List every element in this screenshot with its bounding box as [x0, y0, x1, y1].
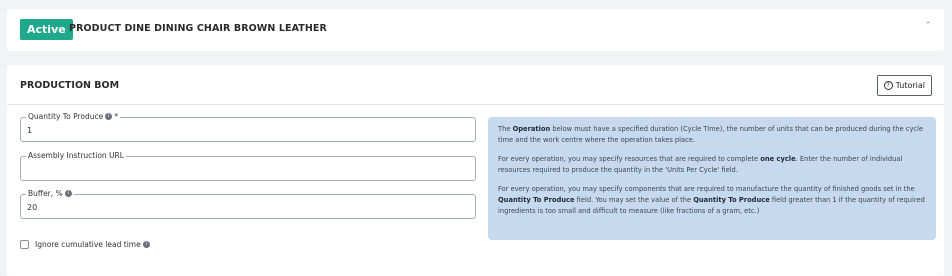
buffer-label: Buffer, % i — [26, 189, 74, 198]
product-title: PRODUCT DINE DINING CHAIR BROWN LEATHER — [69, 23, 327, 34]
help-circle-icon: ? — [883, 81, 893, 90]
info-icon[interactable]: i — [64, 190, 72, 197]
info-icon[interactable]: i — [142, 241, 150, 248]
chevron-up-icon[interactable]: ⌃ — [924, 21, 932, 31]
required-mark: * — [114, 112, 118, 121]
quantity-label: Quantity To Produce i * — [26, 112, 120, 121]
operation-info-box: The Operation below must have a specifie… — [488, 117, 936, 240]
info-paragraph-2: For every operation, you may specify res… — [498, 155, 903, 174]
assembly-url-field[interactable]: Assembly Instruction URL — [20, 151, 476, 181]
product-header-card: Active PRODUCT DINE DINING CHAIR BROWN L… — [7, 9, 944, 51]
info-paragraph-1: The Operation below must have a specifie… — [498, 125, 924, 144]
status-badge: Active — [20, 19, 73, 40]
quantity-value[interactable]: 1 — [27, 126, 32, 135]
section-divider — [7, 104, 944, 105]
tutorial-button[interactable]: ? Tutorial — [876, 75, 932, 96]
ignore-lead-time-row: Ignore cumulative lead time i — [20, 240, 150, 249]
buffer-field[interactable]: Buffer, % i 20 — [20, 189, 476, 219]
production-bom-card: PRODUCTION BOM ? Tutorial Quantity To Pr… — [7, 65, 944, 276]
ignore-lead-time-checkbox[interactable] — [20, 240, 29, 249]
section-title: PRODUCTION BOM — [20, 80, 120, 91]
buffer-value[interactable]: 20 — [27, 203, 37, 212]
assembly-url-label: Assembly Instruction URL — [26, 151, 126, 160]
ignore-lead-time-label: Ignore cumulative lead time i — [35, 240, 150, 249]
info-paragraph-3: For every operation, you may specify com… — [498, 185, 925, 215]
quantity-to-produce-field[interactable]: Quantity To Produce i * 1 — [20, 112, 476, 142]
info-icon[interactable]: i — [105, 113, 113, 120]
tutorial-label: Tutorial — [895, 81, 925, 90]
